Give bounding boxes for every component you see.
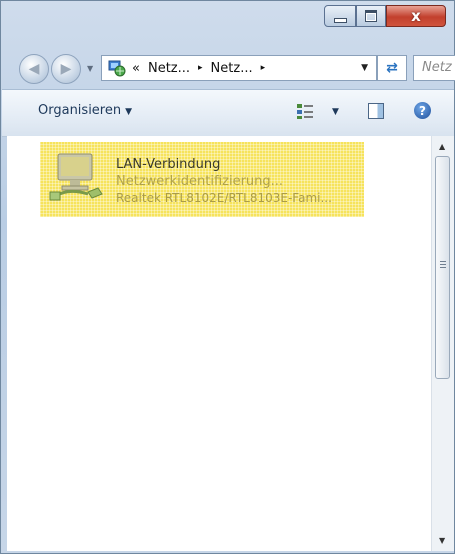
- scroll-up-icon[interactable]: ▲: [439, 142, 445, 151]
- breadcrumb-segment-2[interactable]: Netz...: [211, 61, 253, 76]
- breadcrumb-segment-1[interactable]: Netz...: [148, 61, 190, 76]
- help-icon: ?: [419, 103, 426, 118]
- change-view-button[interactable]: [296, 102, 314, 120]
- refresh-button[interactable]: ⇄: [377, 55, 407, 81]
- preview-pane-button[interactable]: [368, 103, 384, 119]
- address-dropdown-icon[interactable]: ▼: [361, 63, 368, 73]
- help-button[interactable]: ?: [414, 102, 431, 119]
- connection-status: Netzwerkidentifizierung...: [116, 174, 284, 189]
- view-options-icon: [297, 104, 313, 119]
- recent-pages-dropdown-icon[interactable]: ▼: [87, 64, 93, 73]
- organize-button[interactable]: Organisieren ▼: [38, 103, 132, 118]
- forward-arrow-icon: ▶: [60, 61, 72, 77]
- back-button[interactable]: ◀: [19, 54, 49, 84]
- scroll-down-icon[interactable]: ▼: [439, 536, 445, 545]
- file-list: LAN-Verbindung Netzwerkidentifizierung..…: [7, 136, 431, 551]
- navigation-bar: ◀ ▶ ▼ « Netz... ▸ Netz... ▸ ▼ ⇄ Netz: [1, 37, 455, 89]
- maximize-button[interactable]: [356, 5, 386, 27]
- address-overflow-marker[interactable]: «: [132, 61, 140, 76]
- list-item-text: LAN-Verbindung Netzwerkidentifizierung..…: [116, 156, 332, 207]
- search-input[interactable]: Netz: [413, 55, 455, 81]
- address-bar[interactable]: « Netz... ▸ Netz... ▸ ▼: [101, 55, 377, 81]
- search-placeholder: Netz: [422, 60, 452, 75]
- list-item[interactable]: LAN-Verbindung Netzwerkidentifizierung..…: [40, 142, 364, 217]
- network-adapter-icon: [48, 152, 104, 204]
- chevron-down-icon: ▼: [125, 107, 133, 117]
- maximize-icon: [365, 10, 377, 22]
- breadcrumb-separator-icon[interactable]: ▸: [261, 63, 266, 73]
- command-bar: Organisieren ▼ ▼ ?: [2, 89, 454, 137]
- forward-button[interactable]: ▶: [51, 54, 81, 84]
- network-connections-icon: [108, 59, 126, 77]
- explorer-window: x ◀ ▶ ▼ « Netz... ▸ Netz... ▸ ▼ ⇄ Netz O…: [0, 0, 455, 554]
- vertical-scrollbar[interactable]: ▲ ▼: [431, 136, 454, 551]
- refresh-icon: ⇄: [386, 60, 398, 76]
- back-arrow-icon: ◀: [28, 61, 40, 77]
- minimize-icon: [333, 17, 347, 23]
- grip-icon: [440, 261, 446, 269]
- organize-label: Organisieren: [38, 103, 122, 118]
- connection-device: Realtek RTL8102E/RTL8103E-Fami...: [116, 191, 332, 205]
- connection-name: LAN-Verbindung: [116, 157, 221, 172]
- title-bar[interactable]: x: [1, 1, 454, 37]
- close-icon: x: [411, 6, 421, 25]
- breadcrumb-separator-icon[interactable]: ▸: [198, 63, 203, 73]
- scrollbar-thumb[interactable]: [435, 156, 450, 379]
- view-dropdown-icon[interactable]: ▼: [332, 107, 339, 117]
- minimize-button[interactable]: [324, 5, 356, 27]
- close-button[interactable]: x: [386, 5, 446, 27]
